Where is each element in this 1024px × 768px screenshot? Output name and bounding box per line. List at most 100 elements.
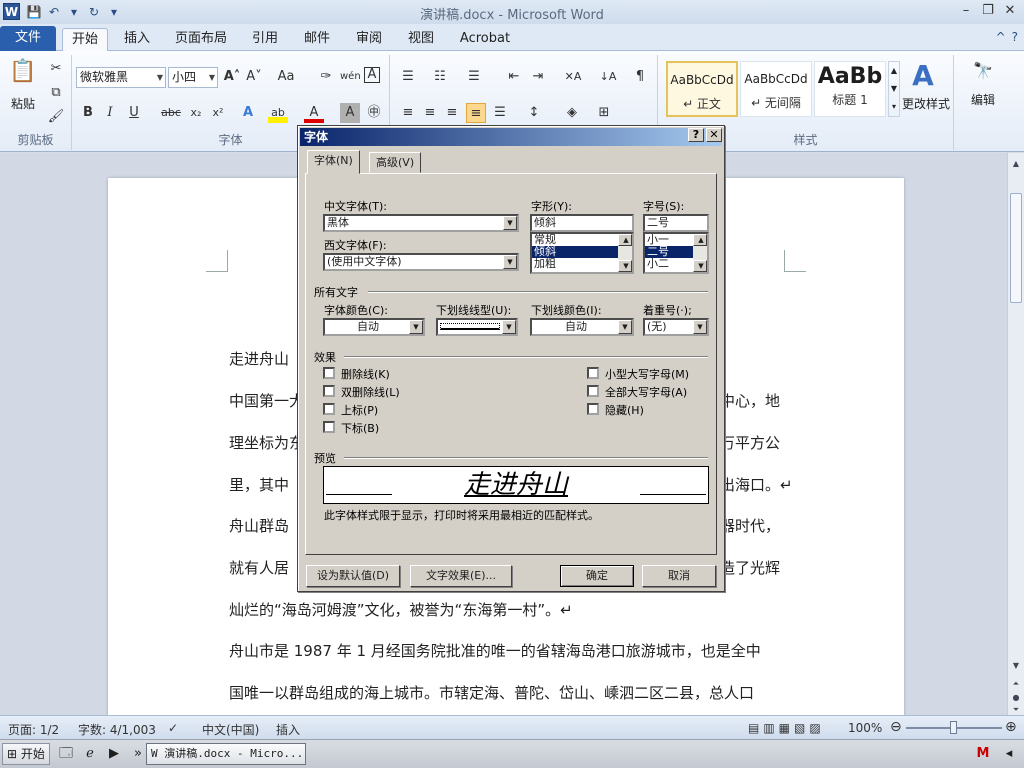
strikethrough-button[interactable]: abc — [158, 103, 184, 123]
underline-button[interactable]: U — [124, 103, 144, 123]
font-color-combo[interactable]: 自动 ▼ — [323, 318, 425, 336]
chevron-down-icon[interactable]: ▼ — [618, 320, 632, 334]
shading-icon[interactable]: ◈ — [562, 103, 582, 123]
underline-style-combo[interactable]: ▼ — [436, 318, 518, 336]
format-painter-icon[interactable]: 🖌 — [46, 107, 66, 127]
doc-line[interactable]: 舟山市是 1987 年 1 月经国务院批准的唯一的省辖海岛港口旅游城市，也是全中 — [229, 640, 761, 661]
help-icon[interactable]: ? — [1012, 30, 1018, 44]
character-shading-icon[interactable]: A — [340, 103, 360, 123]
minimize-ribbon-icon[interactable]: ^ — [996, 30, 1006, 44]
highlight-icon[interactable]: ab — [268, 103, 288, 123]
chevron-down-icon[interactable]: ▼ — [503, 216, 517, 230]
scroll-up-icon[interactable]: ▲ — [618, 234, 632, 246]
scroll-up-icon[interactable]: ▲ — [1010, 157, 1022, 171]
doc-line[interactable]: 国唯一以群岛组成的海上城市。市辖定海、普陀、岱山、嵊泗二区二县，总人口 — [229, 682, 754, 703]
all-caps-checkbox[interactable] — [587, 385, 599, 397]
subscript-checkbox[interactable] — [323, 421, 335, 433]
show-marks-icon[interactable]: ¶ — [630, 67, 650, 87]
numbering-icon[interactable]: ☷ — [430, 67, 450, 87]
scroll-up-icon[interactable]: ▲ — [693, 234, 707, 246]
paste-button[interactable]: 粘贴 — [6, 95, 40, 112]
grow-font-icon[interactable]: A˄ — [222, 67, 242, 87]
tray-app-icon[interactable]: M — [972, 744, 994, 764]
hidden-checkbox[interactable] — [587, 403, 599, 415]
dialog-help-button[interactable]: ? — [688, 128, 704, 142]
change-styles-button[interactable]: 更改样式 — [900, 95, 952, 112]
minimize-button[interactable]: – — [956, 2, 976, 20]
font-style-list[interactable]: 常规 倾斜 加粗 ▲ ▼ — [530, 232, 634, 274]
find-icon[interactable]: 🔭 — [966, 61, 1000, 80]
tab-page-layout[interactable]: 页面布局 — [170, 28, 232, 51]
multilevel-list-icon[interactable]: ☰ — [464, 67, 484, 87]
paste-icon[interactable]: 📋 — [8, 59, 38, 84]
text-effects-icon[interactable]: A — [238, 103, 258, 123]
cut-icon[interactable]: ✂ — [46, 59, 66, 79]
internet-explorer-icon[interactable]: ℯ — [80, 744, 100, 764]
italic-button[interactable]: I — [100, 103, 120, 123]
double-strikethrough-checkbox[interactable] — [323, 385, 335, 397]
doc-line[interactable]: 中心，地 — [720, 390, 780, 411]
clear-formatting-icon[interactable]: ✑ — [316, 67, 336, 87]
chevron-down-icon[interactable]: ▼ — [209, 68, 215, 87]
doc-line[interactable]: 舟山群岛 — [229, 515, 289, 536]
phonetic-guide-icon[interactable]: wén — [340, 67, 361, 87]
styles-scroll-icon[interactable]: ▲ ▼ ▾ — [888, 61, 900, 117]
editing-button[interactable]: 编辑 — [962, 91, 1004, 108]
tab-file[interactable]: 文件 — [0, 26, 56, 51]
doc-line[interactable]: 万平方公 — [720, 432, 780, 453]
align-right-icon[interactable]: ≡ — [442, 103, 462, 123]
distributed-icon[interactable]: ☰ — [490, 103, 510, 123]
bullets-icon[interactable]: ☰ — [398, 67, 418, 87]
subscript-button[interactable]: x₂ — [186, 103, 206, 123]
ok-button[interactable]: 确定 — [560, 565, 634, 587]
list-scrollbar[interactable]: ▲ ▼ — [618, 234, 632, 272]
doc-line[interactable]: 灿烂的“海岛河姆渡”文化，被誉为“东海第一村”。↵ — [229, 599, 573, 620]
show-desktop-icon[interactable]: 🗔 — [56, 744, 76, 764]
insert-mode[interactable]: 插入 — [276, 721, 300, 738]
chevron-down-icon[interactable]: ▼ — [502, 320, 516, 334]
doc-line[interactable]: 理坐标为东 — [229, 432, 304, 453]
shrink-font-icon[interactable]: A˅ — [244, 67, 264, 87]
dialog-close-button[interactable]: ✕ — [706, 128, 722, 142]
change-case-icon[interactable]: Aa — [276, 67, 296, 87]
borders-icon[interactable]: ⊞ — [594, 103, 614, 123]
set-default-button[interactable]: 设为默认值(D) — [306, 565, 400, 587]
doc-line[interactable]: 里，其中 — [229, 474, 289, 495]
font-size-input[interactable]: 二号 — [643, 214, 709, 232]
asian-layout-icon[interactable]: ✕A — [560, 67, 586, 87]
word-count[interactable]: 字数: 4/1,003 — [78, 721, 156, 738]
chevron-down-icon[interactable]: ▼ — [503, 255, 517, 269]
font-name-combo[interactable]: 微软雅黑 ▼ — [76, 67, 166, 88]
sort-icon[interactable]: ↓A — [598, 67, 618, 87]
emphasis-mark-combo[interactable]: (无) ▼ — [643, 318, 709, 336]
zoom-in-icon[interactable]: ⊕ — [1005, 719, 1017, 735]
doc-line[interactable]: 就有人居 — [229, 557, 289, 578]
scrollbar-thumb[interactable] — [1010, 193, 1022, 303]
close-button[interactable]: ✕ — [1000, 2, 1020, 20]
media-player-icon[interactable]: ▶ — [104, 744, 124, 764]
copy-icon[interactable]: ⧉ — [46, 83, 66, 103]
doc-line-title[interactable]: 走进舟山 — [229, 348, 289, 369]
zoom-out-icon[interactable]: ⊖ — [890, 719, 902, 735]
start-button[interactable]: ⊞ 开始 — [2, 743, 50, 765]
chinese-font-combo[interactable]: 黑体 ▼ — [323, 214, 519, 232]
view-buttons[interactable]: ▤▥▦▧▨ — [748, 721, 825, 735]
font-size-list[interactable]: 小一 二号 小二 ▲ ▼ — [643, 232, 709, 274]
align-center-icon[interactable]: ≡ — [420, 103, 440, 123]
doc-line[interactable]: 中国第一大 — [229, 390, 304, 411]
doc-line[interactable]: 造了光辉 — [720, 557, 780, 578]
zoom-level[interactable]: 100% — [848, 721, 882, 735]
increase-indent-icon[interactable]: ⇥ — [528, 67, 548, 87]
tab-insert[interactable]: 插入 — [116, 28, 158, 51]
doc-line[interactable]: 器时代， — [720, 515, 780, 536]
chevron-down-icon[interactable]: ▼ — [157, 68, 163, 87]
proofing-icon[interactable]: ✓ — [168, 721, 178, 735]
decrease-indent-icon[interactable]: ⇤ — [504, 67, 524, 87]
font-color-icon[interactable]: A — [304, 103, 324, 123]
style-no-spacing[interactable]: AaBbCcDd ↵ 无间隔 — [740, 61, 812, 117]
tab-review[interactable]: 审阅 — [348, 28, 390, 51]
restore-button[interactable]: ❐ — [978, 2, 998, 20]
tab-mailings[interactable]: 邮件 — [296, 28, 338, 51]
superscript-button[interactable]: x² — [208, 103, 228, 123]
cancel-button[interactable]: 取消 — [642, 565, 716, 587]
